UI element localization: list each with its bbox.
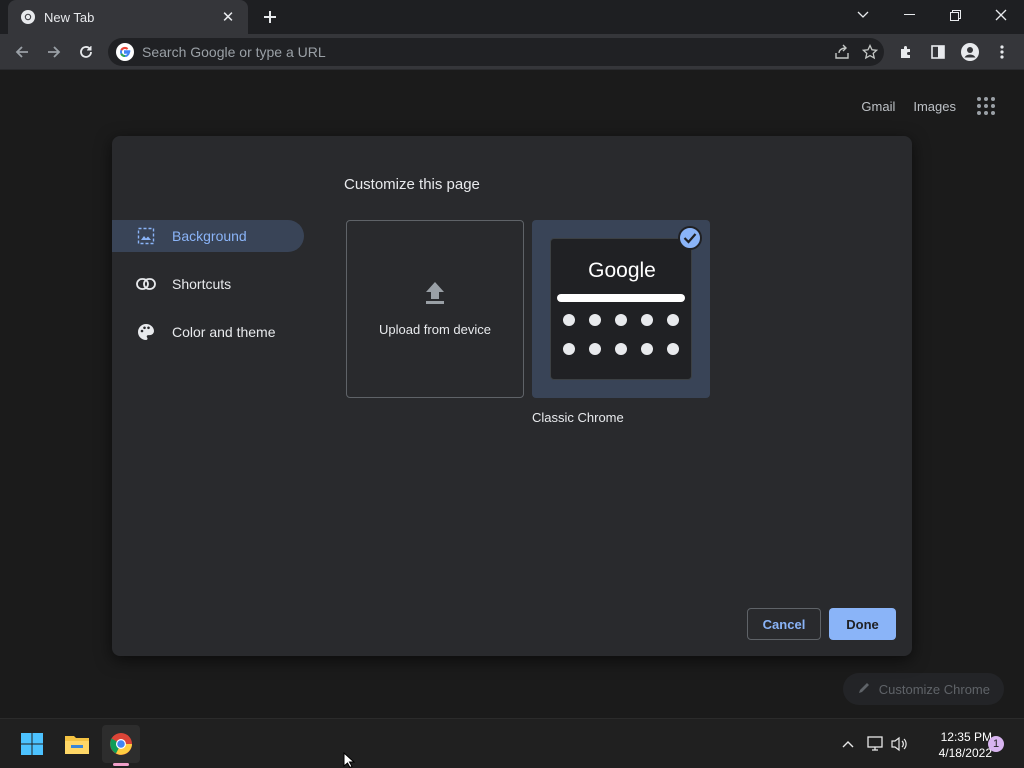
google-g-icon [116,43,134,61]
new-tab-button[interactable] [258,5,282,29]
tab-close-icon[interactable]: ✕ [220,9,236,26]
bookmark-star-icon[interactable] [856,38,884,66]
classic-chrome-tile[interactable]: Google [532,220,710,398]
done-button[interactable]: Done [829,608,896,640]
tab-title: New Tab [44,9,95,25]
show-hidden-icons-chevron-icon[interactable] [836,719,860,768]
chrome-icon[interactable] [102,725,140,763]
preview-google-logo: Google [588,259,656,282]
sidebar-item-label: Color and theme [172,324,276,340]
top-links: Gmail Images [861,94,998,118]
volume-icon[interactable] [888,719,912,768]
omnibox-placeholder: Search Google or type a URL [142,44,326,60]
sidebar-item-label: Background [172,228,247,244]
sidebar-item-shortcuts[interactable]: Shortcuts [112,268,304,300]
cancel-button[interactable]: Cancel [747,608,821,640]
forward-button[interactable] [40,38,68,66]
upload-label: Upload from device [379,322,491,337]
classic-chrome-preview: Google [550,238,692,380]
sidebar-item-background[interactable]: Background [112,220,304,252]
minimize-button[interactable] [886,0,932,30]
gmail-link[interactable]: Gmail [861,99,895,114]
title-bar: New Tab ✕ [0,0,1024,34]
reload-button[interactable] [72,38,100,66]
mouse-cursor-icon [343,751,356,768]
link-icon [136,274,156,294]
customize-chrome-label: Customize Chrome [878,681,990,697]
menu-kebab-icon[interactable] [988,38,1016,66]
side-panel-icon[interactable] [924,38,952,66]
network-icon[interactable] [864,719,888,768]
clock-time: 12:35 PM [940,730,992,744]
file-explorer-icon[interactable] [58,725,96,763]
clock-date: 4/18/2022 [938,746,992,760]
sidebar-item-label: Shortcuts [172,276,232,292]
notification-badge[interactable]: 1 [988,736,1004,752]
browser-toolbar: Search Google or type a URL [0,34,1024,70]
dialog-title: Customize this page [344,176,480,193]
active-app-indicator [113,763,129,766]
back-button[interactable] [8,38,36,66]
pencil-icon [857,681,871,698]
classic-chrome-label: Classic Chrome [532,410,624,425]
chrome-favicon-icon [20,9,36,25]
tab-new-tab[interactable]: New Tab ✕ [8,0,248,34]
windows-start-icon[interactable] [13,725,51,763]
upload-from-device-tile[interactable]: Upload from device [346,220,524,398]
upload-icon [424,281,446,310]
system-clock[interactable]: 12:35 PM 4/18/2022 [912,729,992,761]
preview-search-bar [557,294,685,302]
palette-icon [136,322,156,342]
customize-dialog: Customize this page Background Shortcuts… [112,136,912,656]
sidebar-item-color-theme[interactable]: Color and theme [112,316,304,348]
customize-chrome-button[interactable]: Customize Chrome [842,673,1004,705]
taskbar: 12:35 PM 4/18/2022 [0,718,1024,768]
images-link[interactable]: Images [913,99,956,114]
image-icon [136,226,156,246]
extensions-icon[interactable] [892,38,920,66]
restore-button[interactable] [932,0,978,30]
selected-check-icon [678,226,702,250]
close-window-button[interactable] [978,0,1024,30]
tab-search-icon[interactable] [840,0,886,30]
share-icon[interactable] [828,38,856,66]
address-bar[interactable]: Search Google or type a URL [108,38,884,66]
profile-icon[interactable] [956,38,984,66]
google-apps-icon[interactable] [974,94,998,118]
